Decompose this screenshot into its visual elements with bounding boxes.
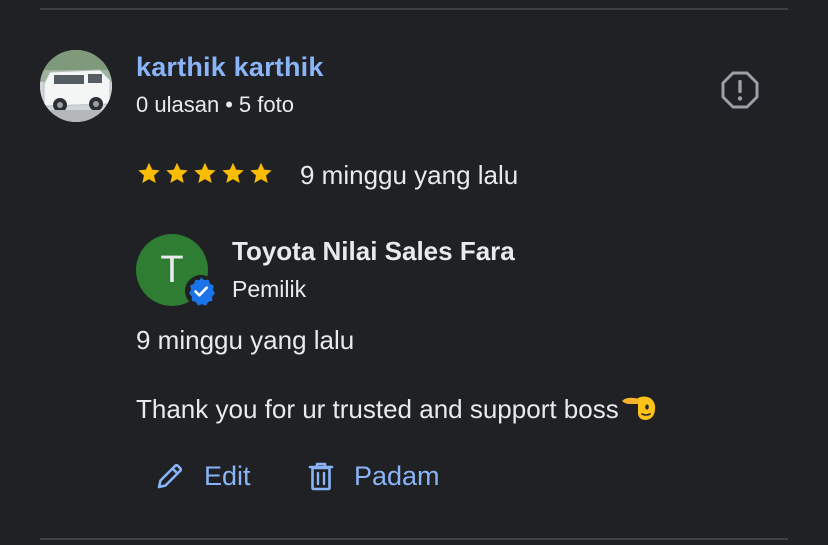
reply-text: Thank you for ur trusted and support bos…	[136, 394, 619, 424]
edit-label: Edit	[204, 460, 251, 491]
reply-time: 9 minggu yang lalu	[136, 325, 355, 355]
verified-badge-icon	[184, 274, 218, 308]
top-divider	[40, 8, 788, 10]
reviewer-avatar[interactable]	[40, 50, 112, 122]
delete-label: Padam	[354, 460, 440, 491]
reply-text-line: Thank you for ur trusted and support bos…	[136, 388, 656, 425]
star-icon	[138, 162, 160, 183]
star-icon	[250, 162, 272, 183]
owner-name: Toyota Nilai Sales Fara	[232, 236, 515, 266]
star-icon	[166, 162, 188, 183]
trash-icon	[308, 462, 334, 491]
photos-count: 5 foto	[238, 92, 294, 117]
meta-separator: •	[225, 92, 233, 117]
star-rating	[136, 160, 274, 186]
owner-avatar-initial: T	[160, 248, 184, 291]
pencil-icon	[157, 463, 183, 489]
bottom-divider	[40, 538, 788, 540]
report-icon[interactable]	[718, 68, 762, 112]
star-icon	[222, 162, 244, 183]
delete-reply-button[interactable]: Padam	[306, 452, 440, 500]
reviewer-name[interactable]: karthik karthik	[136, 52, 324, 83]
reviewer-stats: 0 ulasan • 5 foto	[136, 92, 294, 118]
pointing-hand-emoji-icon	[620, 392, 656, 429]
star-icon	[194, 162, 216, 183]
review-time: 9 minggu yang lalu	[300, 160, 519, 190]
edit-reply-button[interactable]: Edit	[154, 452, 251, 500]
owner-role: Pemilik	[232, 276, 307, 302]
review-card: karthik karthik 0 ulasan • 5 foto 9 minggu…	[0, 0, 828, 545]
reviews-count: 0 ulasan	[136, 92, 220, 117]
